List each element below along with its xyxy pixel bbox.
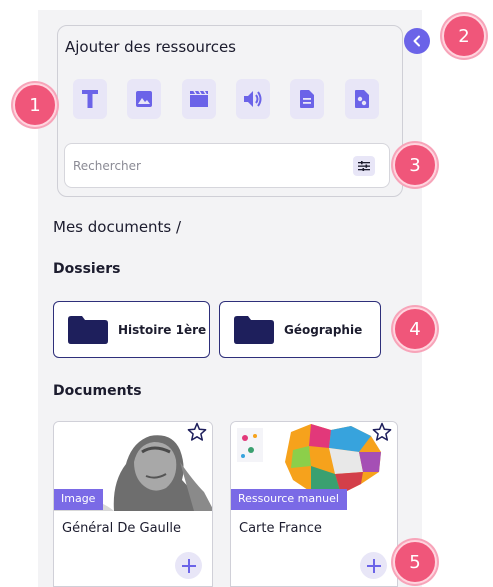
search-box (64, 143, 390, 188)
plus-icon (366, 558, 381, 573)
document-resource-button[interactable] (290, 79, 324, 119)
text-icon (82, 90, 98, 108)
document-type-tag: Image (54, 489, 104, 510)
plus-icon (181, 558, 196, 573)
speaker-icon (244, 91, 262, 107)
callout-badge-5: 5 (393, 540, 437, 584)
callout-badge-3: 3 (393, 143, 437, 187)
chevron-left-icon (413, 35, 420, 47)
callout-badge-1: 1 (13, 83, 57, 127)
document-icon (300, 90, 314, 108)
filter-button[interactable] (353, 156, 375, 176)
text-resource-button[interactable] (73, 79, 107, 119)
document-title: Carte France (239, 521, 322, 536)
document-type-tag: Ressource manuel (231, 489, 347, 510)
document-card-carte-france[interactable]: Ressource manuel Carte France (230, 421, 398, 587)
favorite-star-button[interactable] (372, 422, 392, 446)
favorite-star-button[interactable] (187, 422, 207, 446)
documents-heading: Documents (53, 383, 142, 399)
image-resource-button[interactable] (127, 79, 161, 119)
collapse-panel-button[interactable] (404, 28, 430, 54)
folder-icon (234, 315, 274, 344)
file-resource-button[interactable] (345, 79, 379, 119)
folder-geographie[interactable]: Géographie (219, 301, 381, 358)
add-resources-title: Ajouter des ressources (65, 38, 236, 56)
callout-badge-4: 4 (393, 307, 437, 351)
folders-heading: Dossiers (53, 261, 121, 277)
image-icon (136, 91, 152, 107)
folder-histoire[interactable]: Histoire 1ère (53, 301, 210, 358)
shared-file-icon (355, 90, 369, 108)
add-document-button[interactable] (360, 552, 387, 579)
filter-sliders-icon (358, 161, 370, 171)
document-title: Général De Gaulle (62, 521, 182, 536)
document-card-de-gaulle[interactable]: Image Général De Gaulle (53, 421, 213, 587)
add-document-button[interactable] (175, 552, 202, 579)
add-resources-box: Ajouter des ressources (57, 25, 403, 197)
audio-resource-button[interactable] (236, 79, 270, 119)
star-outline-icon (372, 422, 392, 441)
clapperboard-icon (190, 90, 208, 107)
star-outline-icon (187, 422, 207, 441)
folder-icon (68, 315, 108, 344)
callout-badge-2: 2 (442, 14, 486, 58)
search-input[interactable] (73, 155, 333, 177)
folder-label: Géographie (284, 322, 363, 337)
breadcrumb[interactable]: Mes documents / (53, 218, 181, 236)
video-resource-button[interactable] (182, 79, 216, 119)
folder-label: Histoire 1ère (118, 322, 207, 337)
